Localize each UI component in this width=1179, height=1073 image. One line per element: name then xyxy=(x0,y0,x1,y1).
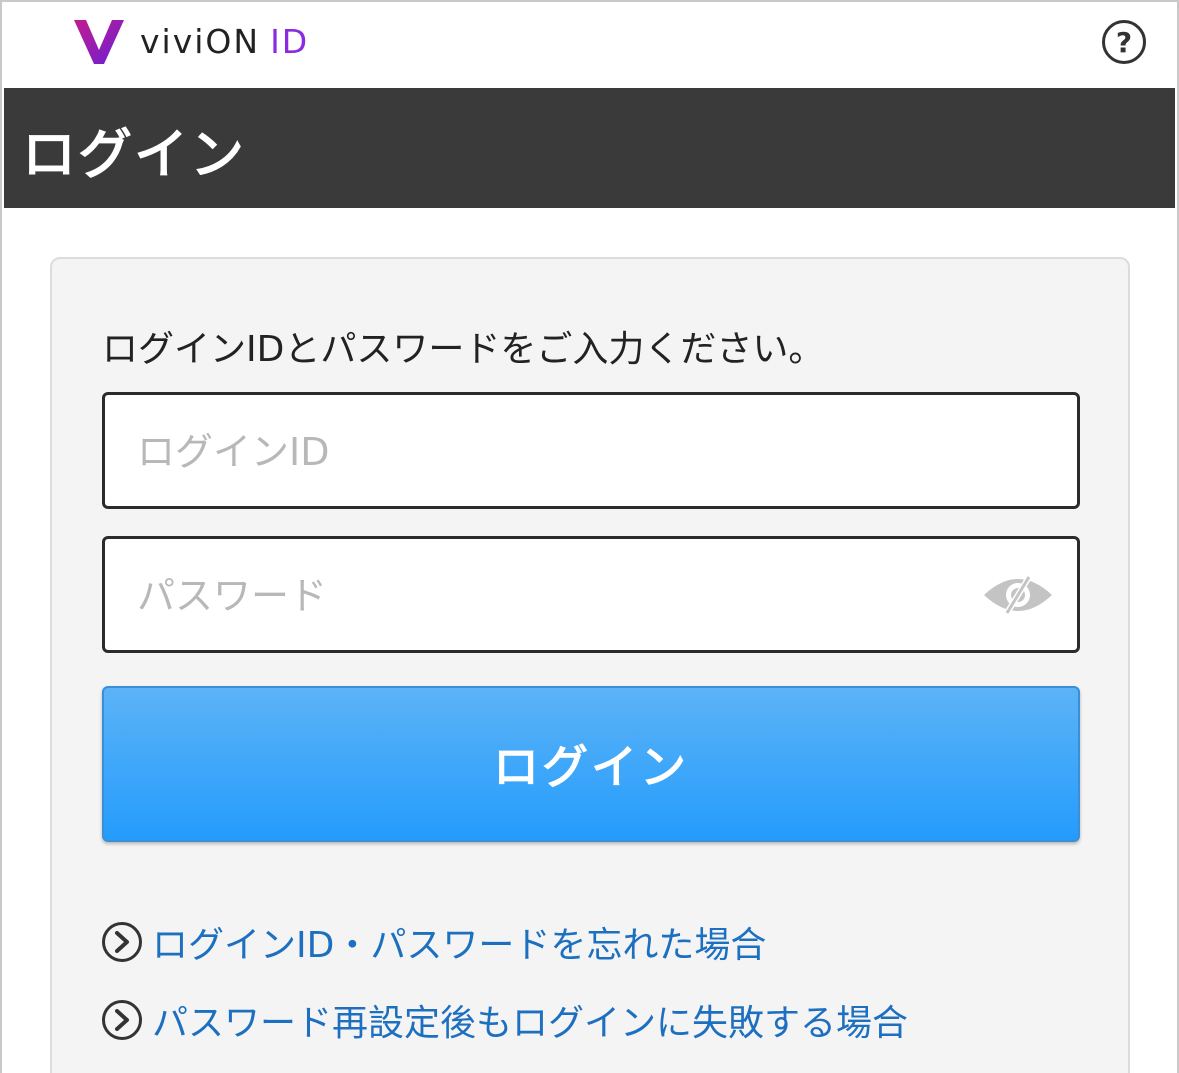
link-label: パスワード再設定後もログインに失敗する場合 xyxy=(152,1003,909,1044)
login-button-label: ログイン xyxy=(493,740,689,794)
login-button[interactable]: ログイン xyxy=(102,686,1080,842)
eye-slash-icon[interactable] xyxy=(981,573,1055,617)
forgot-credentials-link[interactable]: ログインID・パスワードを忘れた場合 xyxy=(102,916,766,968)
vivion-logo-icon xyxy=(74,20,124,64)
password-input[interactable] xyxy=(135,539,959,652)
link-label: ログインID・パスワードを忘れた場合 xyxy=(152,925,767,966)
vivion-logo[interactable]: viviON ID xyxy=(72,16,309,66)
title-bar: ログイン xyxy=(4,88,1175,208)
login-failure-help-link[interactable]: パスワード再設定後もログインに失敗する場合 xyxy=(102,994,908,1046)
password-field[interactable] xyxy=(102,536,1080,653)
top-bar: viviON ID ? xyxy=(2,2,1177,88)
page-frame: viviON ID ? ログイン ログインIDとパスワードをご入力ください。 ログ… xyxy=(0,0,1179,1073)
chevron-right-icon xyxy=(102,1000,142,1040)
instruction-text: ログインIDとパスワードをご入力ください。 xyxy=(102,329,825,370)
logo-wordmark: viviON ID xyxy=(140,22,309,61)
login-id-field[interactable] xyxy=(102,392,1080,509)
logo-suffix: ID xyxy=(270,21,310,61)
help-icon: ? xyxy=(1115,25,1133,59)
page-title: ログイン xyxy=(22,123,246,186)
logo-text: viviON xyxy=(140,21,261,61)
help-button[interactable]: ? xyxy=(1102,20,1146,64)
chevron-right-icon xyxy=(102,922,142,962)
login-id-input[interactable] xyxy=(135,395,959,508)
